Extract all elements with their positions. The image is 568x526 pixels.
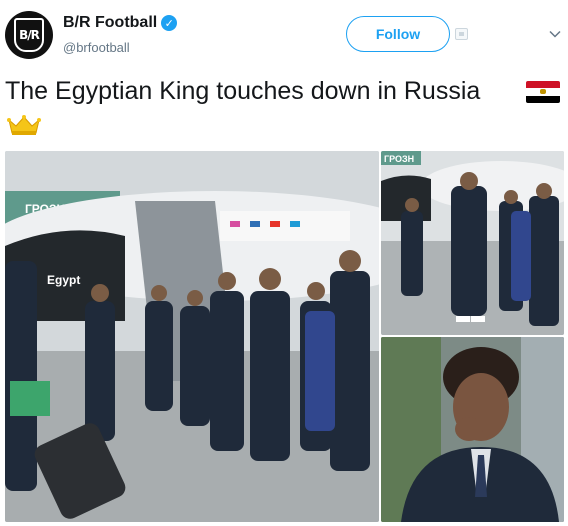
- verified-badge-icon: ✓: [161, 15, 178, 31]
- author-name[interactable]: B/R Football: [63, 14, 157, 32]
- tweet-text: The Egyptian King touches down in Russia: [5, 77, 481, 105]
- media-photo-main[interactable]: ГРОЗН Egypt: [5, 151, 379, 522]
- plane-livery-text: Egypt: [47, 273, 80, 287]
- author-name-row[interactable]: B/R Football ✓: [63, 14, 178, 32]
- egypt-flag-icon: [526, 81, 560, 103]
- media-photo-bottom-right[interactable]: [381, 337, 564, 522]
- avatar[interactable]: B/R: [5, 11, 53, 59]
- follow-button[interactable]: Follow: [346, 16, 450, 52]
- tweet-card: B/R B/R Football ✓ @brfootball Follow Th…: [0, 0, 568, 526]
- user-card-icon[interactable]: [455, 28, 468, 40]
- terminal-sign-text-small: ГРОЗН: [384, 154, 414, 164]
- crown-icon: [7, 115, 41, 135]
- avatar-logo: B/R: [14, 18, 44, 52]
- author-handle[interactable]: @brfootball: [63, 40, 130, 55]
- chevron-down-icon[interactable]: [549, 28, 561, 40]
- media-photo-top-right[interactable]: ГРОЗН: [381, 151, 564, 335]
